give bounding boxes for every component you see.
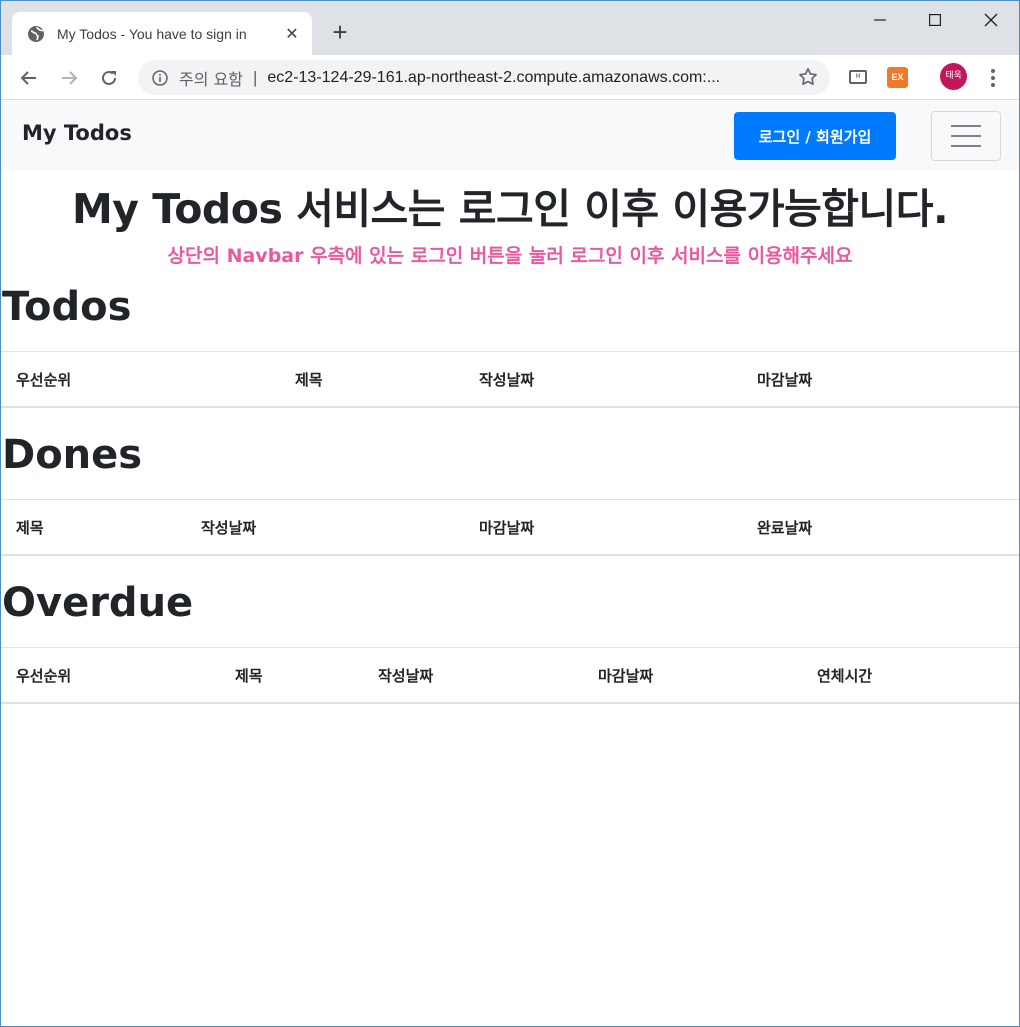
window-close-icon[interactable] [963, 1, 1019, 39]
column-header: 마감날짜 [479, 519, 535, 537]
url-text[interactable]: ec2-13-124-29-161.ap-northeast-2.compute… [267, 69, 764, 87]
separator: | [252, 67, 258, 87]
dones-heading: Dones [2, 432, 143, 478]
address-bar[interactable]: 주의 요함 | ec2-13-124-29-161.ap-northeast-2… [138, 60, 830, 95]
navbar-brand[interactable]: My Todos [22, 121, 132, 145]
avatar[interactable]: 태욱 [940, 63, 967, 90]
browser-toolbar: 주의 요함 | ec2-13-124-29-161.ap-northeast-2… [1, 55, 1019, 100]
info-icon[interactable] [152, 69, 168, 86]
login-signup-button[interactable]: 로그인 / 회원가입 [734, 112, 896, 160]
column-header: 제목 [295, 371, 323, 389]
plus-icon[interactable]: + [328, 19, 352, 45]
column-header: 연체시간 [817, 667, 873, 685]
column-header: 작성날짜 [479, 371, 535, 389]
overdue-table-header: 우선순위 제목 작성날짜 마감날짜 연체시간 [1, 647, 1019, 704]
todos-table-header: 우선순위 제목 작성날짜 마감날짜 [1, 351, 1019, 408]
star-icon[interactable] [798, 67, 818, 87]
back-arrow-icon[interactable] [17, 66, 41, 90]
column-header: 제목 [16, 519, 44, 537]
reload-icon[interactable] [97, 66, 121, 90]
column-header: 작성날짜 [201, 519, 257, 537]
browser-tabstrip: My Todos - You have to sign in ✕ + [1, 1, 1019, 55]
page-content: My Todos 로그인 / 회원가입 My Todos 서비스는 로그인 이후… [1, 101, 1019, 1026]
column-header: 우선순위 [16, 371, 72, 389]
browser-tab[interactable]: My Todos - You have to sign in ✕ [12, 12, 312, 55]
column-header: 제목 [235, 667, 263, 685]
globe-icon [28, 25, 44, 42]
column-header: 우선순위 [16, 667, 72, 685]
security-label[interactable]: 주의 요함 [179, 66, 243, 90]
todos-heading: Todos [2, 284, 132, 330]
dones-table-header: 제목 작성날짜 마감날짜 완료날짜 [1, 499, 1019, 556]
column-header: 완료날짜 [757, 519, 813, 537]
minimize-icon[interactable] [852, 1, 908, 39]
page-subtitle: 상단의 Navbar 우측에 있는 로그인 버튼을 눌러 로그인 이후 서비스를… [167, 245, 853, 267]
hamburger-icon[interactable] [931, 111, 1001, 161]
column-header: 마감날짜 [598, 667, 654, 685]
overdue-heading: Overdue [2, 580, 194, 626]
navbar: My Todos 로그인 / 회원가입 [1, 101, 1019, 171]
cast-icon[interactable]: M [849, 70, 867, 84]
page-title: My Todos 서비스는 로그인 이후 이용가능합니다. [71, 185, 949, 233]
close-icon[interactable]: ✕ [284, 24, 300, 43]
more-icon[interactable] [984, 67, 1002, 89]
maximize-icon[interactable] [907, 1, 963, 39]
tab-title: My Todos - You have to sign in [57, 25, 247, 42]
column-header: 마감날짜 [757, 371, 813, 389]
extension-icon[interactable]: EX [887, 67, 908, 88]
column-header: 작성날짜 [378, 667, 434, 685]
forward-arrow-icon[interactable] [57, 66, 81, 90]
